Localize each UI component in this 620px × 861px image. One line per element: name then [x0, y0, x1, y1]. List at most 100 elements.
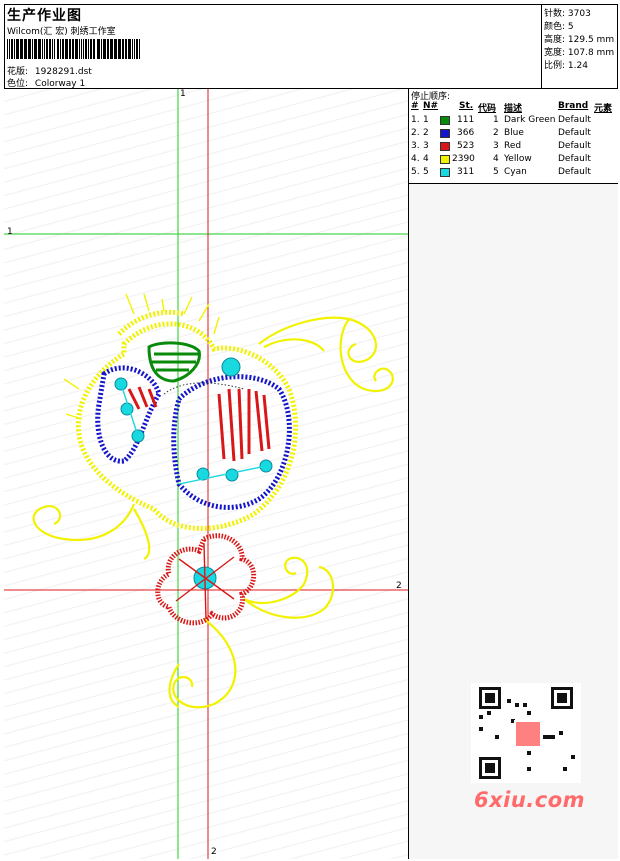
barcode-bar	[88, 39, 89, 59]
design-canvas[interactable]: 1 1 2 2	[4, 89, 409, 859]
col-no: N#	[423, 101, 439, 111]
col-code: 代码	[478, 104, 497, 114]
qr-module	[495, 735, 499, 739]
spec-width: 宽度: 107.8 mm	[544, 48, 615, 58]
barcode-bar	[72, 39, 74, 59]
stop-sequence-table: 停止顺序: # N# St. 代码 描述 Brand 元素 1. 1 111 1…	[409, 89, 618, 184]
barcode-bar	[44, 39, 45, 59]
thread-row[interactable]: 5. 5 311 5 Cyan Default	[409, 167, 618, 180]
col-num: #	[411, 101, 419, 111]
red-wing-fill	[127, 386, 271, 462]
barcode-bar	[14, 39, 15, 59]
barcode-bar	[90, 39, 92, 59]
spec-scale: 比例: 1.24	[544, 61, 588, 71]
row-code: 3	[493, 141, 499, 151]
barcode-bar	[103, 39, 106, 59]
qr-module	[523, 703, 527, 707]
thread-row[interactable]: 1. 1 111 1 Dark Green Default	[409, 115, 618, 128]
red-flower	[155, 533, 257, 626]
axis-label-h2: 2	[396, 581, 402, 591]
qr-module	[487, 711, 491, 715]
barcode-bar	[114, 39, 117, 59]
row-no: 2	[423, 128, 429, 138]
barcode-bar	[7, 39, 8, 59]
qr-module	[527, 711, 531, 715]
watermark-brand: 6xiu.com	[474, 788, 586, 812]
barcode-bar	[32, 39, 33, 59]
barcode-bar	[139, 39, 140, 59]
barcode-bar	[125, 39, 127, 59]
row-no: 3	[423, 141, 429, 151]
row-description: Cyan	[504, 167, 527, 177]
qr-module	[543, 735, 547, 739]
axis-label-v1: 1	[180, 89, 186, 99]
qr-module	[551, 735, 555, 739]
barcode-bar	[107, 39, 109, 59]
col-brand: Brand	[558, 101, 589, 111]
row-code: 5	[493, 167, 499, 177]
row-num: 2.	[411, 128, 420, 138]
barcode-bar	[42, 39, 43, 59]
row-stitches: 311	[457, 167, 475, 177]
row-num: 4.	[411, 154, 420, 164]
barcode-bar	[136, 39, 138, 59]
thread-row[interactable]: 2. 2 366 2 Blue Default	[409, 128, 618, 141]
qr-module	[507, 699, 511, 703]
barcode-bar	[38, 39, 41, 59]
qr-module	[563, 767, 567, 771]
row-no: 4	[423, 154, 429, 164]
row-brand: Default	[558, 128, 591, 138]
row-code: 2	[493, 128, 499, 138]
spec-height: 高度: 129.5 mm	[544, 35, 615, 45]
row-stitches: 523	[457, 141, 475, 151]
barcode-bar	[75, 39, 78, 59]
qr-module	[571, 755, 575, 759]
thread-row[interactable]: 3. 3 523 3 Red Default	[409, 141, 618, 154]
col-description: 描述	[504, 104, 523, 114]
seal-logo	[514, 720, 542, 748]
barcode-bar	[57, 39, 59, 59]
row-no: 5	[423, 167, 429, 177]
qr-code-graphic	[471, 683, 581, 783]
axis-label-v2: 2	[211, 847, 217, 857]
barcode-bar	[110, 39, 113, 59]
header-left: 生产作业图 Wilcom(汇 宏) 刺绣工作室 花版: 1928291.dst …	[4, 4, 542, 89]
barcode-bar	[134, 39, 135, 59]
subtitle: Wilcom(汇 宏) 刺绣工作室	[7, 27, 116, 37]
barcode-bar	[69, 39, 71, 59]
qr-module	[547, 735, 551, 739]
row-stitches: 111	[457, 115, 475, 125]
row-num: 3.	[411, 141, 420, 151]
thread-row[interactable]: 4. 4 2390 4 Yellow Default	[409, 154, 618, 167]
qr-module	[479, 727, 483, 731]
row-stitches: 2390	[452, 154, 475, 164]
barcode-bar	[52, 39, 53, 59]
color-swatch	[440, 168, 450, 177]
row-brand: Default	[558, 115, 591, 125]
colorway-label: 色位:	[7, 79, 29, 89]
barcode-bar	[60, 39, 61, 59]
header: 生产作业图 Wilcom(汇 宏) 刺绣工作室 花版: 1928291.dst …	[4, 4, 618, 89]
qr-code	[471, 683, 581, 783]
color-swatch	[440, 129, 450, 138]
colorway-line: 色位: Colorway 1	[7, 76, 85, 89]
col-element: 元素	[594, 104, 613, 114]
barcode-bar	[54, 39, 55, 59]
row-description: Dark Green	[504, 115, 556, 125]
barcode-bar	[83, 39, 84, 59]
qr-module	[515, 703, 519, 707]
barcode-bar	[28, 39, 31, 59]
yellow-spikes	[63, 293, 220, 420]
row-code: 4	[493, 154, 499, 164]
embroidery-design	[4, 89, 408, 859]
barcode-bar	[118, 39, 121, 59]
color-swatch	[440, 116, 450, 125]
barcode-bar	[49, 39, 51, 59]
row-code: 1	[493, 115, 499, 125]
barcode-bar	[65, 39, 68, 59]
barcode-bar	[11, 39, 13, 59]
barcode-bar	[16, 39, 19, 59]
spec-panel: 针数: 3703 颜色: 5 高度: 129.5 mm 宽度: 107.8 mm…	[542, 4, 618, 88]
barcode-bar	[122, 39, 124, 59]
row-brand: Default	[558, 141, 591, 151]
